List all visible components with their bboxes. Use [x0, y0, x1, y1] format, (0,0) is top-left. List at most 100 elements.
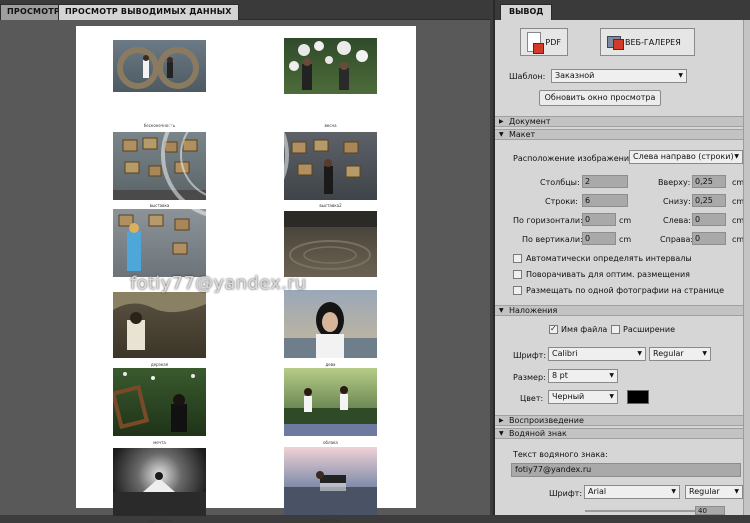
left-margin-label: Слева:: [663, 216, 691, 225]
web-gallery-icon: [607, 36, 624, 50]
section-document[interactable]: ▶ Документ: [495, 116, 745, 127]
overlay-size-label: Размер:: [513, 373, 546, 382]
overlay-color-select[interactable]: Черный: [548, 390, 618, 404]
unit-label: cm: [619, 216, 632, 225]
pdf-button[interactable]: PDF: [520, 28, 568, 56]
one-per-page-checkbox[interactable]: [513, 286, 522, 295]
right-margin-label: Справа:: [660, 235, 694, 244]
panel-scrollbar[interactable]: [743, 20, 750, 515]
template-label: Шаблон:: [509, 72, 546, 81]
section-playback-label: Воспроизведение: [509, 416, 584, 425]
rotate-checkbox[interactable]: [513, 270, 522, 279]
arrangement-label: Расположение изображения:: [513, 154, 637, 163]
watermark-font-select[interactable]: Arial: [584, 485, 680, 499]
auto-spacing-label: Автоматически определять интервалы: [526, 254, 692, 263]
output-panel-body: PDF ВЕБ-ГАЛЕРЕЯ Шаблон: Заказной Обновит…: [495, 20, 745, 515]
rows-field[interactable]: 6: [582, 194, 628, 207]
arrangement-select[interactable]: Слева направо (строки): [629, 150, 743, 164]
photo-caption: бесконечность: [143, 123, 176, 128]
photo-thumbnail[interactable]: [113, 40, 206, 92]
one-per-page-label: Размещать по одной фотографии на страниц…: [526, 286, 725, 295]
watermark-size-slider[interactable]: [585, 510, 695, 512]
horizontal-spacing-field[interactable]: 0: [582, 213, 616, 226]
section-watermark-label: Водяной знак: [509, 429, 567, 438]
photo-caption: выставка2: [319, 203, 342, 208]
bottom-margin-field[interactable]: 0,25: [692, 194, 726, 207]
bottom-margin-label: Снизу:: [663, 197, 691, 206]
section-watermark[interactable]: ▼ Водяной знак: [495, 428, 745, 439]
tab-output[interactable]: ВЫВОД: [500, 4, 553, 20]
watermark-font-style-select[interactable]: Regular: [685, 485, 743, 499]
left-margin-field[interactable]: 0: [692, 213, 726, 226]
tab-output-preview[interactable]: ПРОСМОТР ВЫВОДИМЫХ ДАННЫХ: [58, 4, 239, 20]
auto-spacing-checkbox[interactable]: [513, 254, 522, 263]
top-margin-field[interactable]: 0,25: [692, 175, 726, 188]
template-select[interactable]: Заказной: [551, 69, 687, 83]
top-margin-label: Вверху:: [658, 178, 691, 187]
vertical-spacing-field[interactable]: 0: [582, 232, 616, 245]
pdf-button-label: PDF: [545, 37, 561, 47]
vertical-spacing-label: По вертикали:: [522, 235, 583, 244]
photo-thumbnail[interactable]: [284, 211, 377, 277]
photo-thumbnail[interactable]: [284, 368, 377, 436]
preview-canvas: бесконечность весна выставка выставка2 д…: [0, 20, 490, 523]
photo-thumbnail[interactable]: [113, 448, 206, 516]
collapse-triangle-icon: ▼: [499, 307, 504, 314]
pdf-document-icon: [527, 32, 545, 54]
filename-checkbox[interactable]: [549, 324, 558, 334]
overlay-font-select[interactable]: Calibri: [548, 347, 646, 361]
watermark-size-field[interactable]: 40: [695, 506, 725, 515]
preview-tabbar: ПРОСМОТР ПРОСМОТР ВЫВОДИМЫХ ДАННЫХ: [0, 0, 490, 20]
horizontal-spacing-label: По горизонтали:: [513, 216, 583, 225]
columns-label: Столбцы:: [540, 178, 580, 187]
photo-caption: облака: [323, 440, 338, 445]
photo-caption: отражение: [147, 518, 172, 523]
photo-thumbnail[interactable]: [284, 447, 377, 515]
overlay-size-select[interactable]: 8 pt: [548, 369, 618, 383]
columns-field[interactable]: 2: [582, 175, 628, 188]
watermark-text-label: Текст водяного знака:: [513, 450, 608, 459]
watermark-font-label: Шрифт:: [549, 489, 583, 498]
watermark-text-field[interactable]: fotiy77@yandex.ru: [511, 463, 741, 477]
photo-caption: мечта: [153, 440, 166, 445]
collapse-triangle-icon: ▼: [499, 131, 504, 138]
web-gallery-label: ВЕБ-ГАЛЕРЕЯ: [625, 37, 681, 47]
preview-pane: ПРОСМОТР ПРОСМОТР ВЫВОДИМЫХ ДАННЫХ беско…: [0, 0, 490, 523]
photo-thumbnail[interactable]: [284, 132, 377, 200]
photo-thumbnail[interactable]: [284, 38, 377, 94]
section-document-label: Документ: [509, 117, 551, 126]
section-layout-label: Макет: [509, 130, 536, 139]
right-margin-field[interactable]: 0: [692, 232, 726, 245]
filename-label: Имя файла: [561, 325, 608, 334]
tab-preview[interactable]: ПРОСМОТР: [0, 4, 67, 20]
unit-label: cm: [619, 235, 632, 244]
section-overlays-label: Наложения: [509, 306, 558, 315]
overlay-color-swatch[interactable]: [627, 390, 649, 404]
photo-caption: дева: [325, 362, 336, 367]
photo-thumbnail[interactable]: [113, 132, 206, 200]
refresh-preview-button[interactable]: Обновить окно просмотра: [539, 90, 661, 106]
collapse-triangle-icon: ▼: [499, 430, 504, 437]
contact-sheet-page: бесконечность весна выставка выставка2 д…: [76, 26, 416, 523]
section-playback[interactable]: ▶ Воспроизведение: [495, 415, 745, 426]
output-panel: ВЫВОД PDF ВЕБ-ГАЛЕРЕЯ Шаблон: Заказной О…: [493, 0, 750, 515]
photo-caption: весна: [324, 123, 337, 128]
extension-checkbox[interactable]: [611, 325, 620, 334]
overlay-font-label: Шрифт:: [513, 351, 547, 360]
expand-triangle-icon: ▶: [499, 417, 504, 424]
overlay-font-style-select[interactable]: Regular: [649, 347, 711, 361]
photo-thumbnail[interactable]: [284, 290, 377, 358]
photo-caption: выставка: [149, 203, 170, 208]
photo-caption: дерзкая: [150, 362, 169, 367]
extension-label: Расширение: [623, 325, 675, 334]
photo-thumbnail[interactable]: [113, 368, 206, 436]
photo-caption: ожидание: [319, 518, 342, 523]
expand-triangle-icon: ▶: [499, 118, 504, 125]
output-panel-tabbar: ВЫВОД: [495, 0, 750, 20]
photo-thumbnail[interactable]: [113, 209, 206, 277]
photo-thumbnail[interactable]: [113, 292, 206, 358]
section-layout[interactable]: ▼ Макет: [495, 129, 745, 140]
section-overlays[interactable]: ▼ Наложения: [495, 305, 745, 316]
overlay-color-label: Цвет:: [520, 394, 544, 403]
web-gallery-button[interactable]: ВЕБ-ГАЛЕРЕЯ: [600, 28, 695, 56]
